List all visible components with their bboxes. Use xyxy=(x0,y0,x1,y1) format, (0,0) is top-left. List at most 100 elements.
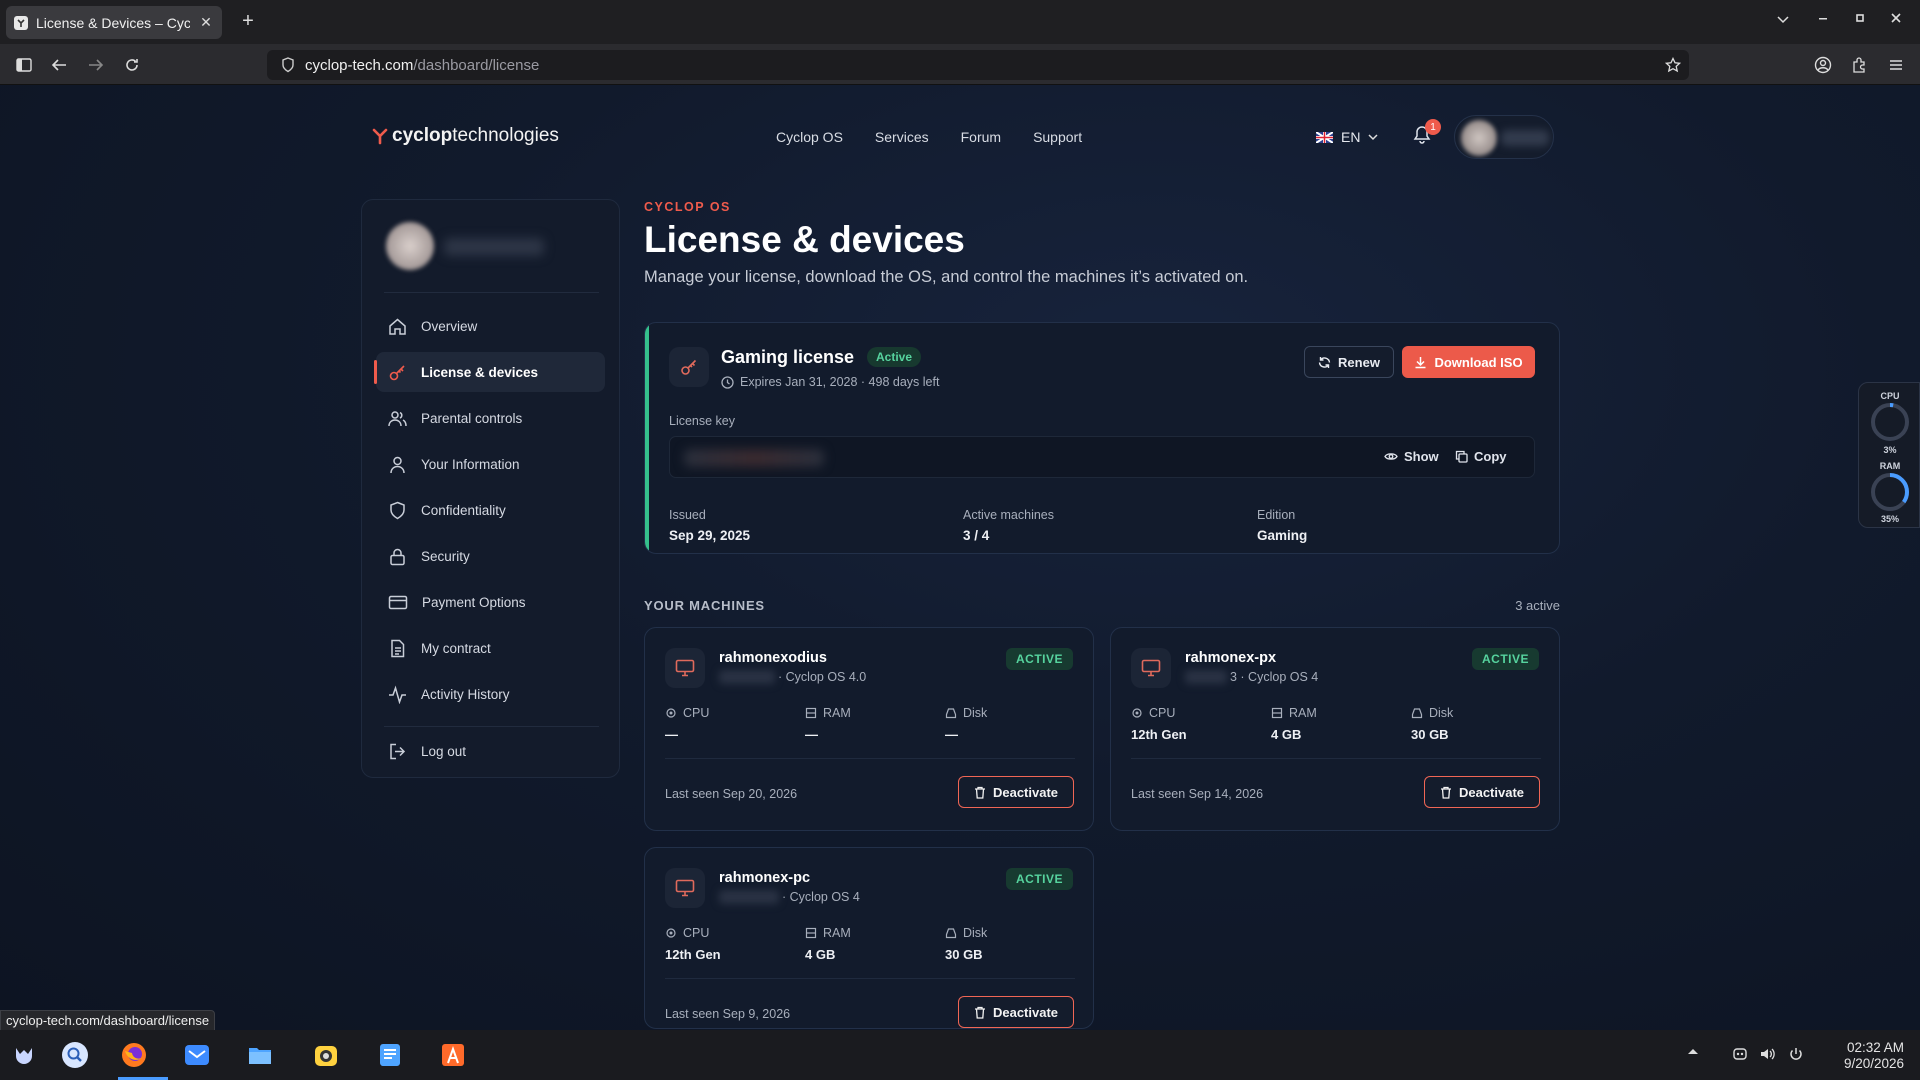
search-icon[interactable] xyxy=(59,1039,91,1071)
ram-icon xyxy=(805,707,817,719)
address-bar[interactable]: cyclop-tech.com/dashboard/license xyxy=(267,50,1689,80)
eye-icon xyxy=(1384,451,1398,462)
tab-list-icon[interactable] xyxy=(1776,12,1790,26)
page-subtitle: Manage your license, download the OS, an… xyxy=(644,268,1249,286)
controller-icon[interactable] xyxy=(1732,1046,1748,1062)
renew-button[interactable]: Renew xyxy=(1304,346,1394,378)
browser-tab[interactable]: License & Devices – Cyclop ✕ xyxy=(6,6,222,39)
logout-button[interactable]: Log out xyxy=(376,731,605,771)
deactivate-label: Deactivate xyxy=(992,784,1059,800)
firefox-icon[interactable] xyxy=(118,1039,150,1071)
disk-icon xyxy=(945,707,957,719)
forward-icon[interactable] xyxy=(85,54,107,76)
last-seen: Last seen Sep 14, 2026 xyxy=(1131,787,1264,801)
close-tab-icon[interactable]: ✕ xyxy=(198,14,214,31)
machine-status-badge: ACTIVE xyxy=(1471,648,1539,670)
machine-id: 3 · Cyclop OS 4 xyxy=(1185,670,1318,684)
account-sidebar: Overview License & devices Parental cont… xyxy=(361,199,620,778)
app-store-icon[interactable] xyxy=(437,1039,469,1071)
sidebar-item-activity-history[interactable]: Activity History xyxy=(376,674,605,714)
site-logo[interactable]: cycloptechnologies xyxy=(372,125,559,147)
clock-icon xyxy=(721,375,734,389)
sidebar-divider xyxy=(384,292,599,293)
sidebar-item-license-devices[interactable]: License & devices xyxy=(374,352,605,392)
trash-icon xyxy=(974,786,986,799)
monitor-icon xyxy=(1131,648,1171,688)
sidebar-item-payment-options[interactable]: Payment Options xyxy=(376,582,605,622)
start-menu-icon[interactable] xyxy=(8,1039,40,1071)
language-selector[interactable]: EN xyxy=(1316,129,1378,145)
files-icon[interactable] xyxy=(244,1039,276,1071)
text-editor-icon[interactable] xyxy=(374,1039,406,1071)
deactivate-button[interactable]: Deactivate xyxy=(958,996,1074,1028)
disk-spec-label: Disk xyxy=(1411,706,1453,720)
download-iso-button[interactable]: Download ISO xyxy=(1402,346,1535,378)
extensions-icon[interactable] xyxy=(1848,54,1870,76)
sidebar-item-label: My contract xyxy=(421,640,491,656)
active-machines-value: 3 / 4 xyxy=(963,528,990,543)
cpu-widget-label: CPU xyxy=(1880,391,1900,401)
sidebar-item-confidentiality[interactable]: Confidentiality xyxy=(376,490,605,530)
close-window-icon[interactable] xyxy=(1890,12,1902,24)
cpu-gauge xyxy=(1871,403,1909,441)
ram-value: 4 GB xyxy=(1271,727,1302,742)
reload-icon[interactable] xyxy=(121,54,143,76)
cpu-icon xyxy=(665,927,677,939)
menu-icon[interactable] xyxy=(1885,54,1907,76)
card-divider xyxy=(665,758,1075,759)
deactivate-button[interactable]: Deactivate xyxy=(958,776,1074,808)
user-menu-button[interactable] xyxy=(1454,115,1554,159)
language-label: EN xyxy=(1341,129,1361,145)
browser-tab-bar: License & Devices – Cyclop ✕ + xyxy=(0,0,1920,44)
ram-spec-label: RAM xyxy=(805,926,851,940)
camera-app-icon[interactable] xyxy=(310,1039,342,1071)
tray-expand-icon[interactable] xyxy=(1687,1046,1699,1056)
logo-bold-text: cyclop xyxy=(392,125,453,146)
machine-card: rahmonexodius · Cyclop OS 4.0 ACTIVE CPU… xyxy=(644,627,1094,831)
show-key-button[interactable]: Show xyxy=(1384,449,1439,464)
disk-icon xyxy=(945,927,957,939)
new-tab-button[interactable]: + xyxy=(236,10,260,33)
bookmark-star-icon[interactable] xyxy=(1662,54,1684,76)
minimize-icon[interactable] xyxy=(1817,12,1829,24)
nav-cyclop-os[interactable]: Cyclop OS xyxy=(776,129,843,145)
monitor-icon xyxy=(665,868,705,908)
deactivate-button[interactable]: Deactivate xyxy=(1424,776,1540,808)
sidebar-item-overview[interactable]: Overview xyxy=(376,306,605,346)
cpu-value: 12th Gen xyxy=(1131,727,1187,742)
sidebar-toggle-icon[interactable] xyxy=(13,54,35,76)
site-security-icon[interactable] xyxy=(281,57,295,73)
cpu-icon xyxy=(1131,707,1143,719)
machine-id-blurred xyxy=(1185,670,1227,684)
card-divider xyxy=(1131,758,1541,759)
nav-support[interactable]: Support xyxy=(1033,129,1082,145)
sidebar-item-my-contract[interactable]: My contract xyxy=(376,628,605,668)
disk-icon xyxy=(1411,707,1423,719)
refresh-icon xyxy=(1318,356,1331,369)
disk-label: Disk xyxy=(963,706,988,720)
nav-forum[interactable]: Forum xyxy=(961,129,1001,145)
nav-services[interactable]: Services xyxy=(875,129,929,145)
sidebar-item-parental-controls[interactable]: Parental controls xyxy=(376,398,605,438)
maximize-icon[interactable] xyxy=(1854,12,1866,24)
power-icon[interactable] xyxy=(1788,1046,1804,1062)
page-title: License & devices xyxy=(644,219,965,260)
sidebar-item-security[interactable]: Security xyxy=(376,536,605,576)
cpu-spec-label: CPU xyxy=(665,926,709,940)
cpu-spec-label: CPU xyxy=(665,706,709,720)
logout-icon xyxy=(388,742,407,761)
mail-icon[interactable] xyxy=(181,1039,213,1071)
license-key-value-hidden xyxy=(684,449,824,467)
volume-icon[interactable] xyxy=(1759,1046,1775,1062)
system-clock[interactable]: 02:32 AM 9/20/2026 xyxy=(1830,1040,1904,1072)
account-icon[interactable] xyxy=(1812,54,1834,76)
copy-key-button[interactable]: Copy xyxy=(1455,449,1507,464)
system-monitor-widget[interactable]: CPU 3% RAM 35% xyxy=(1858,382,1920,528)
key-icon xyxy=(388,363,407,382)
machine-name: rahmonexodius xyxy=(719,650,827,666)
machine-id: · Cyclop OS 4.0 xyxy=(719,670,866,684)
ram-icon xyxy=(805,927,817,939)
back-icon[interactable] xyxy=(48,54,70,76)
sidebar-item-your-information[interactable]: Your Information xyxy=(376,444,605,484)
notifications-button[interactable]: 1 xyxy=(1413,119,1441,145)
